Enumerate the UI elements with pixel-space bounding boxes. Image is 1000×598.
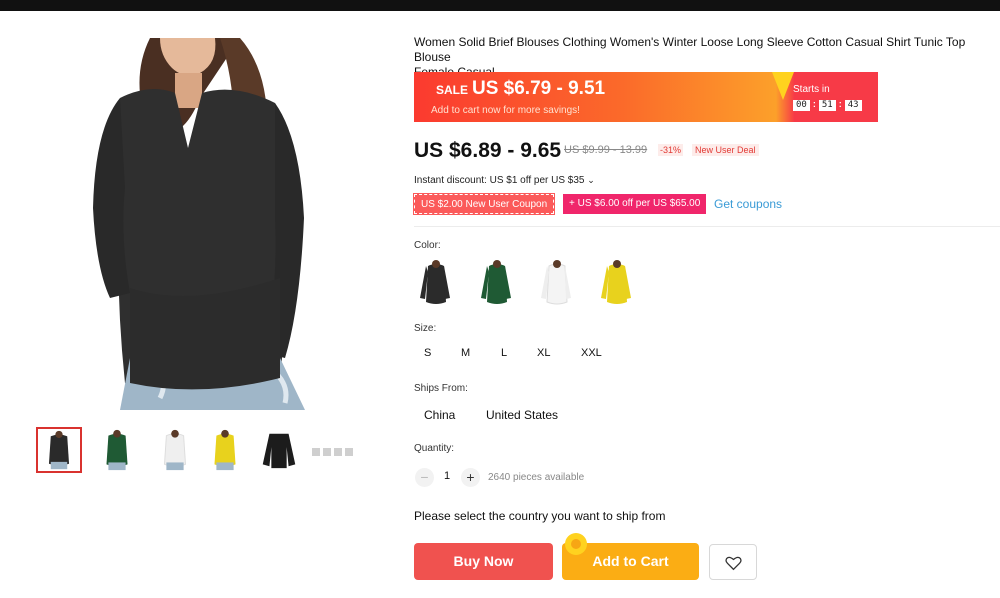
ships-from-label: Ships From: — [414, 383, 468, 394]
new-user-deal-badge: New User Deal — [692, 144, 759, 156]
ship-option-united-states[interactable]: United States — [486, 408, 558, 422]
color-option-green[interactable] — [475, 258, 519, 308]
color-option-yellow[interactable] — [595, 258, 639, 308]
new-user-coupon[interactable]: US $2.00 New User Coupon — [412, 193, 556, 215]
divider — [414, 226, 1000, 227]
heart-icon — [725, 556, 742, 571]
current-price: US $6.89 - 9.65 — [414, 139, 562, 162]
sale-price: US $6.79 - 9.51 — [472, 78, 606, 99]
color-option-black[interactable] — [414, 258, 458, 308]
size-option-xxl[interactable]: XXL — [581, 347, 602, 359]
timer-seconds: 43 — [844, 100, 862, 111]
original-price: US $9.99 - 13.99 — [564, 144, 648, 156]
size-option-s[interactable]: S — [424, 347, 431, 359]
thumbnail-white[interactable] — [152, 427, 198, 473]
thumbnail-black[interactable] — [36, 427, 82, 473]
chevron-down-icon: ⌄ — [587, 175, 595, 185]
discount-badge: -31% — [658, 144, 684, 156]
product-main-image — [90, 38, 308, 410]
quantity-label: Quantity: — [414, 443, 455, 454]
ship-option-china[interactable]: China — [424, 408, 455, 422]
thumbnail-yellow[interactable] — [202, 427, 248, 473]
color-option-white[interactable] — [535, 258, 579, 308]
quantity-increase-button[interactable]: + — [461, 468, 480, 487]
store-coupon[interactable]: + US $6.00 off per US $65.00 — [563, 194, 707, 214]
sale-subtitle: Add to cart now for more savings! — [431, 105, 580, 116]
sale-banner-accent — [772, 72, 794, 100]
countdown-timer: 00:51:43 — [793, 99, 862, 111]
get-coupons-link[interactable]: Get coupons — [714, 197, 782, 211]
sale-banner: SALE US $6.79 - 9.51 Add to cart now for… — [414, 72, 878, 122]
starts-in-label: Starts in — [793, 84, 830, 95]
wishlist-button[interactable] — [709, 544, 757, 580]
color-label: Color: — [414, 240, 441, 251]
available-stock: 2640 pieces available — [488, 472, 585, 483]
thumbnail-strip — [36, 427, 366, 473]
sale-flag: SALE — [436, 83, 469, 97]
shipping-country-note: Please select the country you want to sh… — [414, 509, 666, 523]
size-option-l[interactable]: L — [501, 347, 507, 359]
thumbnail-black-flat[interactable] — [256, 427, 302, 473]
thumbnail-green[interactable] — [94, 427, 140, 473]
buy-now-button[interactable]: Buy Now — [414, 543, 553, 580]
instant-discount[interactable]: Instant discount: US $1 off per US $35 ⌄ — [414, 175, 595, 186]
timer-hours: 00 — [793, 100, 810, 111]
coin-badge-icon — [565, 533, 587, 555]
size-option-xl[interactable]: XL — [537, 347, 550, 359]
quantity-decrease-button[interactable]: − — [415, 468, 434, 487]
size-option-m[interactable]: M — [461, 347, 470, 359]
timer-minutes: 51 — [818, 100, 836, 111]
size-label: Size: — [414, 323, 437, 334]
instant-discount-text: Instant discount: US $1 off per US $35 — [414, 175, 585, 186]
more-thumbnails-indicator[interactable] — [312, 443, 356, 456]
quantity-value[interactable]: 1 — [444, 470, 450, 482]
top-bar — [0, 0, 1000, 11]
